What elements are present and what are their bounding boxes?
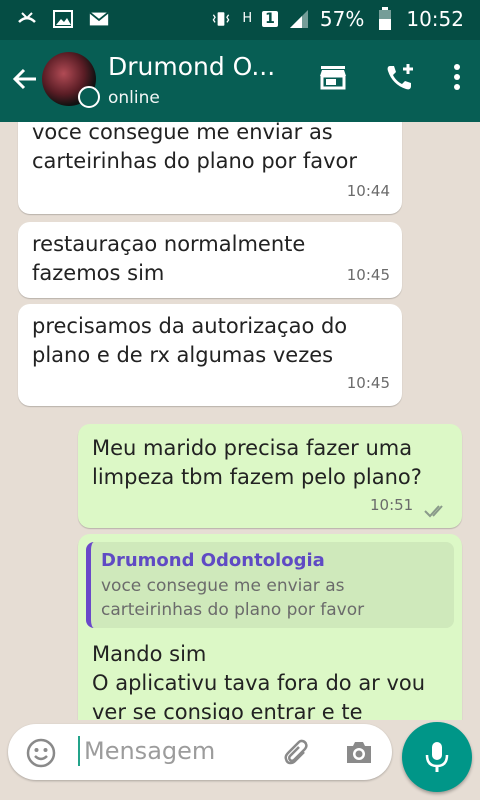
- back-arrow-icon[interactable]: [10, 64, 40, 94]
- microphone-icon: [425, 742, 449, 772]
- missed-call-icon: [16, 8, 38, 30]
- message-text-line: plano e de rx algumas vezes: [32, 343, 334, 367]
- message-text-line: Mando sim: [92, 642, 207, 666]
- battery-percentage: 57%: [319, 7, 365, 31]
- business-badge-icon: [78, 86, 100, 108]
- quoted-author: Drumond Odontologia: [101, 550, 325, 571]
- sim-slot-badge: 1: [262, 11, 278, 27]
- message-list[interactable]: voce consegue me enviar as carteirinhas …: [0, 122, 480, 720]
- message-text-line: limpeza tbm fazem pelo plano?: [92, 465, 422, 489]
- message-text-line: ver se consigo entrar e te: [92, 700, 363, 720]
- message-composer[interactable]: Mensagem: [8, 724, 392, 780]
- network-type-label: H: [242, 11, 253, 26]
- message-text-line: Meu marido precisa fazer uma: [92, 436, 413, 460]
- message-input[interactable]: Mensagem: [84, 737, 215, 765]
- battery-icon: [374, 7, 396, 30]
- clock: 10:52: [406, 7, 464, 31]
- contact-avatar[interactable]: [42, 52, 100, 108]
- message-text-line: carteirinhas do plano por favor: [32, 149, 357, 173]
- add-call-icon[interactable]: [384, 62, 416, 96]
- quoted-text-line: carteirinhas do plano por favor: [101, 600, 365, 620]
- message-text-line: voce consegue me enviar as: [32, 122, 333, 144]
- contact-status: online: [108, 88, 160, 108]
- message-bubble-incoming[interactable]: voce consegue me enviar as carteirinhas …: [18, 122, 402, 214]
- signal-icon: [288, 8, 310, 30]
- message-text-line: fazemos sim: [32, 261, 165, 285]
- quoted-text-line: voce consegue me enviar as: [101, 576, 345, 596]
- message-text-line: O aplicativu tava fora do ar vou: [92, 671, 426, 695]
- double-check-read-icon: [424, 499, 450, 517]
- attach-paperclip-icon[interactable]: [282, 738, 312, 768]
- storefront-icon[interactable]: [318, 62, 348, 96]
- more-options-icon[interactable]: [452, 62, 462, 96]
- contact-name[interactable]: Drumond O...: [108, 52, 278, 81]
- vibrate-icon: [210, 8, 232, 30]
- voice-record-button[interactable]: [402, 722, 472, 792]
- email-icon: [88, 8, 110, 30]
- message-time-status: 10:51: [370, 491, 450, 520]
- message-bubble-outgoing[interactable]: Meu marido precisa fazer uma limpeza tbm…: [78, 424, 462, 528]
- status-bar: H 1 57% 10:52: [0, 0, 480, 40]
- gallery-icon: [52, 8, 74, 30]
- message-text-line: restauraçao normalmente: [32, 232, 306, 256]
- message-time: 10:45: [346, 266, 390, 284]
- message-bubble-incoming[interactable]: restauraçao normalmente fazemos sim 10:4…: [18, 222, 402, 298]
- message-time: 10:45: [346, 374, 390, 392]
- quoted-message[interactable]: Drumond Odontologia voce consegue me env…: [86, 542, 454, 628]
- emoji-icon[interactable]: [26, 738, 56, 768]
- message-bubble-outgoing-reply[interactable]: Drumond Odontologia voce consegue me env…: [78, 534, 462, 720]
- message-bubble-incoming[interactable]: precisamos da autorizaçao do plano e de …: [18, 304, 402, 406]
- chat-header: Drumond O... online: [0, 40, 480, 122]
- message-time: 10:44: [346, 182, 390, 200]
- message-time: 10:51: [369, 496, 414, 514]
- text-cursor: [78, 736, 80, 766]
- message-text-line: precisamos da autorizaçao do: [32, 314, 348, 338]
- camera-icon[interactable]: [344, 739, 374, 765]
